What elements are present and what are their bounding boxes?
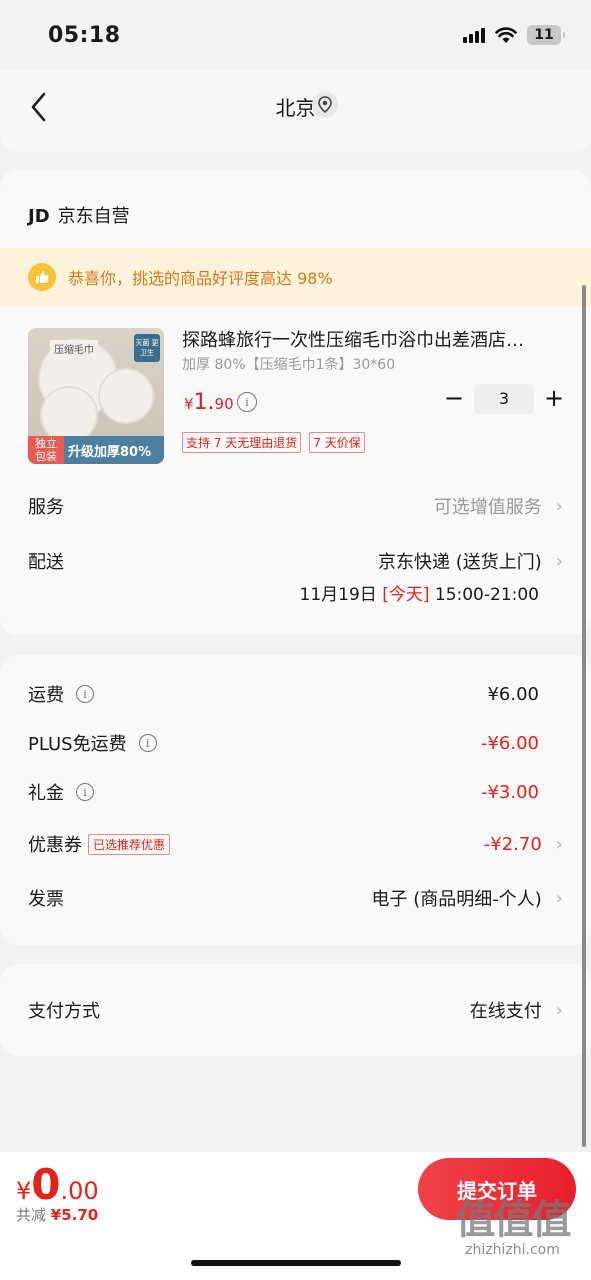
invoice-label: 发票 bbox=[28, 889, 64, 910]
image-corner-badge: 灭菌 更卫生 bbox=[134, 334, 160, 362]
page-title: 北京 bbox=[275, 96, 316, 120]
gift-row: 礼金 i -¥3.00 bbox=[28, 779, 563, 805]
price-protect-tag: 7 天价保 bbox=[309, 432, 365, 453]
delivery-row[interactable]: 配送 京东快递 (送货上门) › bbox=[28, 548, 563, 574]
payment-row[interactable]: 支付方式 在线支付 › bbox=[28, 997, 563, 1023]
payment-card: 支付方式 在线支付 › bbox=[0, 964, 591, 1056]
increase-button[interactable]: + bbox=[540, 384, 568, 414]
wifi-icon bbox=[495, 27, 517, 43]
congrats-banner: 恭喜你，挑选的商品好评度高达 98% bbox=[0, 248, 591, 306]
image-upgrade-text: 升级加厚80% bbox=[68, 444, 152, 460]
coupon-value: -¥2.70 bbox=[483, 833, 542, 855]
coupon-label: 优惠券 bbox=[28, 835, 82, 856]
plus-free-row: PLUS免运费 i -¥6.00 bbox=[28, 730, 563, 756]
product-price: ¥1.90 bbox=[184, 390, 234, 415]
chevron-right-icon: › bbox=[555, 833, 563, 855]
coupon-tag: 已选推荐优惠 bbox=[88, 833, 171, 855]
shop-card: JD 京东自营 恭喜你，挑选的商品好评度高达 98% 压缩毛巾 灭菌 更卫生 独立… bbox=[0, 170, 591, 635]
gift-label: 礼金 bbox=[28, 783, 64, 804]
quantity-stepper: − 3 + bbox=[440, 384, 568, 414]
shipping-row: 运费 i ¥6.00 bbox=[28, 681, 563, 707]
status-bar: 05:18 11 bbox=[0, 0, 591, 70]
chevron-right-icon: › bbox=[555, 999, 563, 1021]
service-value: 可选增值服务 bbox=[433, 497, 542, 518]
price-decimal: 90 bbox=[214, 395, 234, 413]
total-decimal: .00 bbox=[60, 1177, 99, 1205]
image-independent-badge: 独立 包装 bbox=[28, 436, 64, 464]
quantity-input[interactable]: 3 bbox=[474, 384, 534, 414]
product-spec[interactable]: 加厚 80%【压缩毛巾1条】30*60 bbox=[182, 354, 395, 374]
image-bottom-strip: 独立 包装 升级加厚80% bbox=[28, 436, 164, 464]
shipping-label: 运费 bbox=[28, 685, 64, 706]
watermark-logo: 值值值 bbox=[455, 1197, 572, 1243]
location-pin-icon[interactable] bbox=[312, 92, 338, 118]
delivery-today: [今天] bbox=[382, 585, 430, 605]
shop-name[interactable]: JD 京东自营 bbox=[28, 202, 130, 228]
payment-value: 在线支付 bbox=[469, 1001, 542, 1022]
delivery-date: 11月19日 bbox=[299, 585, 377, 605]
info-icon[interactable]: i bbox=[76, 783, 94, 801]
coupon-row[interactable]: 优惠券 已选推荐优惠 -¥2.70 › bbox=[28, 831, 563, 857]
delivery-time: 11月19日 [今天] 15:00-21:00 bbox=[300, 580, 539, 605]
watermark: 值值值 zhizhizhi.com bbox=[440, 1198, 585, 1268]
chevron-right-icon: › bbox=[555, 495, 563, 517]
product-title[interactable]: 探路蜂旅行一次性压缩毛巾浴巾出差酒店… bbox=[182, 326, 567, 352]
price-currency: ¥ bbox=[184, 395, 194, 413]
service-label: 服务 bbox=[28, 497, 64, 518]
plus-free-value: -¥6.00 bbox=[480, 732, 539, 754]
plus-free-label: PLUS免运费 bbox=[28, 734, 127, 755]
delivery-window: 15:00-21:00 bbox=[434, 585, 539, 605]
image-label: 压缩毛巾 bbox=[50, 340, 98, 357]
saved-amount: 共减 ¥5.70 bbox=[16, 1204, 98, 1225]
price-info-icon[interactable]: i bbox=[237, 392, 257, 412]
status-icons: 11 bbox=[463, 25, 565, 45]
invoice-row[interactable]: 发票 电子 (商品明细-个人) › bbox=[28, 885, 563, 911]
delivery-method: 京东快递 (送货上门) bbox=[378, 552, 542, 573]
nav-header: 北京 bbox=[0, 70, 591, 152]
shop-name-label: 京东自营 bbox=[57, 206, 130, 227]
chevron-right-icon: › bbox=[555, 887, 563, 909]
saved-value: ¥5.70 bbox=[50, 1206, 99, 1224]
total-integer: 0 bbox=[31, 1160, 61, 1209]
total-price: ¥0.00 bbox=[16, 1160, 99, 1209]
home-indicator[interactable] bbox=[191, 1260, 401, 1266]
shipping-value: ¥6.00 bbox=[487, 683, 539, 705]
gift-value: -¥3.00 bbox=[480, 781, 539, 803]
info-icon[interactable]: i bbox=[138, 734, 157, 752]
thumbs-up-icon bbox=[28, 263, 56, 291]
jd-logo: JD bbox=[28, 206, 50, 227]
saved-label: 共减 bbox=[16, 1206, 47, 1224]
product-tags: 支持 7 天无理由退货 7 天价保 bbox=[182, 432, 365, 453]
info-icon[interactable]: i bbox=[76, 685, 94, 703]
watermark-url: zhizhizhi.com bbox=[465, 1242, 560, 1258]
invoice-value: 电子 (商品明细-个人) bbox=[371, 889, 542, 910]
battery-icon: 11 bbox=[527, 25, 565, 45]
fee-card: 运费 i ¥6.00 PLUS免运费 i -¥6.00 礼金 i -¥3.00 优惠券… bbox=[0, 655, 591, 945]
service-row[interactable]: 服务 可选增值服务 › bbox=[28, 493, 563, 519]
scrollbar[interactable] bbox=[582, 285, 586, 1147]
total-currency: ¥ bbox=[16, 1177, 32, 1205]
price-integer: 1. bbox=[193, 390, 215, 415]
delivery-label: 配送 bbox=[28, 552, 64, 573]
congrats-text: 恭喜你，挑选的商品好评度高达 98% bbox=[68, 269, 333, 288]
chevron-right-icon: › bbox=[555, 550, 563, 572]
product-image[interactable]: 压缩毛巾 灭菌 更卫生 独立 包装 升级加厚80% bbox=[28, 328, 164, 464]
return-policy-tag: 支持 7 天无理由退货 bbox=[182, 432, 302, 453]
payment-label: 支付方式 bbox=[28, 1001, 100, 1022]
cellular-signal-icon bbox=[463, 27, 485, 43]
decrease-button[interactable]: − bbox=[440, 384, 468, 414]
status-time: 05:18 bbox=[48, 22, 121, 48]
